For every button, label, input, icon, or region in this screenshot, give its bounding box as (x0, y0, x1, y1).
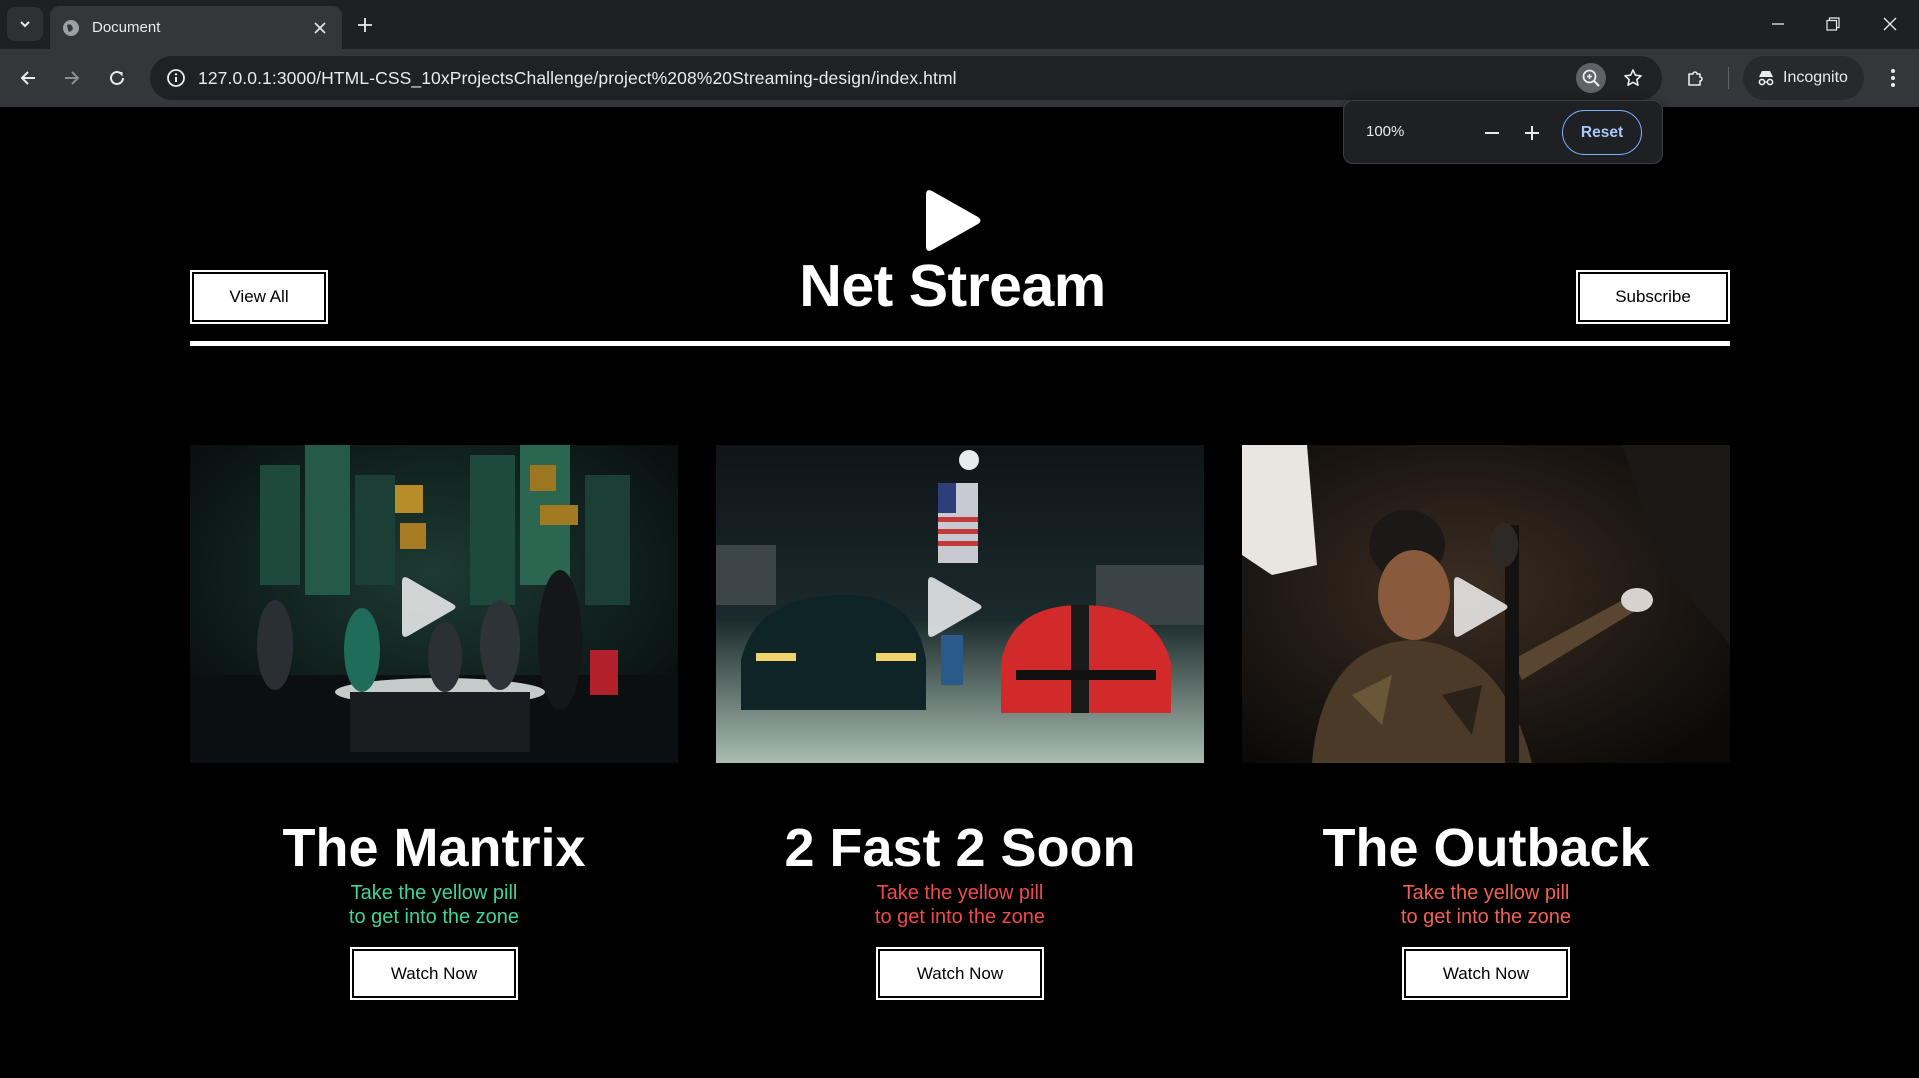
extensions-button[interactable] (1680, 62, 1712, 94)
reload-icon (110, 70, 124, 85)
tab-strip: Document (0, 0, 1919, 49)
movie-thumbnail[interactable] (716, 445, 1204, 763)
movie-title: The Outback (1322, 818, 1650, 878)
restore-button[interactable] (1818, 10, 1848, 38)
movie-tagline-line2: to get into the zone (874, 906, 1046, 928)
tab-search-button[interactable] (7, 7, 43, 41)
movie-card: The Mantrix Take the yellow pill to get … (190, 445, 678, 1000)
browser-menu-button[interactable] (1877, 62, 1909, 94)
movie-tagline-line1: Take the yellow pill (350, 882, 518, 904)
movie-tagline: Take the yellow pill to get into the zon… (190, 881, 678, 929)
zoom-in-button[interactable] (1516, 117, 1548, 149)
zoom-icon[interactable] (1576, 63, 1606, 93)
movie-tagline-line1: Take the yellow pill (1402, 882, 1570, 904)
bookmark-star-icon[interactable] (1618, 63, 1648, 93)
movie-thumbnail[interactable] (1242, 445, 1730, 763)
forward-button[interactable] (56, 62, 88, 94)
movie-tagline-line2: to get into the zone (348, 906, 520, 928)
close-icon (1883, 17, 1897, 31)
movie-title: 2 Fast 2 Soon (784, 818, 1136, 878)
more-vertical-icon (1891, 69, 1895, 87)
header-divider (190, 341, 1730, 346)
watch-now-button[interactable]: Watch Now (876, 947, 1044, 1000)
site-info-icon[interactable] (154, 56, 198, 100)
restore-icon (1826, 17, 1840, 31)
movie-card: The Outback Take the yellow pill to get … (1242, 445, 1730, 1000)
zoom-popup: 100% Reset (1343, 100, 1663, 164)
arrow-right-icon (65, 71, 80, 85)
minus-icon (1485, 132, 1499, 134)
minimize-icon (1772, 23, 1784, 25)
site-title: Net Stream (799, 253, 1106, 319)
movie-tagline-line2: to get into the zone (1400, 906, 1572, 928)
close-window-button[interactable] (1875, 10, 1905, 38)
tab-title: Document (92, 19, 161, 36)
reload-button[interactable] (101, 62, 133, 94)
play-icon[interactable] (1454, 576, 1510, 638)
incognito-icon (1758, 71, 1774, 86)
back-button[interactable] (12, 62, 44, 94)
play-logo-icon (926, 190, 981, 251)
minimize-button[interactable] (1763, 10, 1793, 38)
puzzle-icon (1688, 71, 1703, 86)
address-bar[interactable]: 127.0.0.1:3000/HTML-CSS_10xProjectsChall… (150, 56, 1662, 100)
zoom-level: 100% (1366, 123, 1405, 140)
movie-thumbnail[interactable] (190, 445, 678, 763)
zoom-out-button[interactable] (1476, 117, 1508, 149)
toolbar-divider (1728, 67, 1729, 89)
chevron-down-icon (20, 21, 30, 28)
plus-icon (358, 18, 372, 32)
incognito-label: Incognito (1783, 69, 1848, 86)
view-all-button[interactable]: View All (190, 270, 328, 324)
globe-icon (63, 19, 79, 36)
watch-now-button[interactable]: Watch Now (350, 947, 518, 1000)
play-icon[interactable] (928, 576, 984, 638)
movie-tagline: Take the yellow pill to get into the zon… (1242, 881, 1730, 929)
browser-toolbar: 127.0.0.1:3000/HTML-CSS_10xProjectsChall… (0, 49, 1919, 107)
play-icon[interactable] (402, 576, 458, 638)
subscribe-button[interactable]: Subscribe (1576, 270, 1730, 324)
plus-icon (1525, 126, 1539, 140)
url-text: 127.0.0.1:3000/HTML-CSS_10xProjectsChall… (198, 67, 957, 88)
page-content: Net Stream View All Subscribe The Mantri… (0, 107, 1919, 1078)
movie-tagline-line1: Take the yellow pill (876, 882, 1044, 904)
zoom-reset-button[interactable]: Reset (1562, 110, 1642, 155)
movie-tagline: Take the yellow pill to get into the zon… (716, 881, 1204, 929)
new-tab-button[interactable] (352, 12, 378, 38)
arrow-left-icon (20, 71, 35, 85)
movie-title: The Mantrix (282, 818, 586, 878)
movie-card: 2 Fast 2 Soon Take the yellow pill to ge… (716, 445, 1204, 1000)
incognito-indicator[interactable]: Incognito (1743, 56, 1864, 100)
browser-tab[interactable]: Document (50, 6, 342, 49)
close-tab-icon[interactable] (310, 18, 330, 38)
watch-now-button[interactable]: Watch Now (1402, 947, 1570, 1000)
